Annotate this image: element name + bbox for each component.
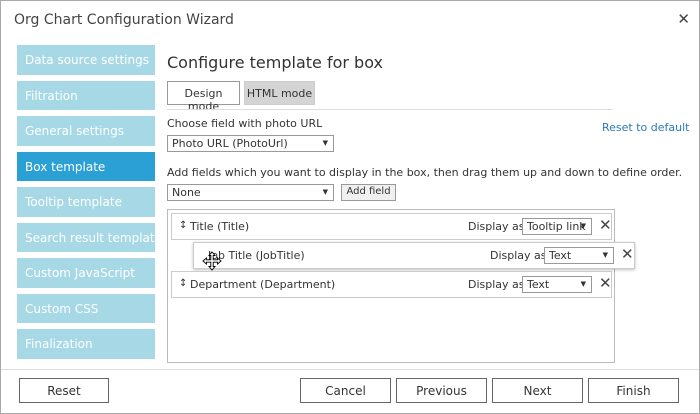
remove-icon[interactable]: ✕ bbox=[599, 274, 612, 292]
display-as-value: Text bbox=[527, 278, 550, 291]
field-row-department[interactable]: ↕ Department (Department) Display as: Te… bbox=[171, 271, 612, 298]
chevron-down-icon: ▼ bbox=[580, 280, 586, 288]
field-name: Title (Title) bbox=[190, 220, 250, 233]
sidebar-item-search-result-template[interactable]: Search result template bbox=[17, 222, 162, 252]
html-mode-tab[interactable]: HTML mode bbox=[244, 81, 315, 105]
wizard-dialog: Org Chart Configuration Wizard ✕ Data so… bbox=[0, 0, 700, 414]
design-mode-tab[interactable]: Design mode bbox=[167, 81, 240, 113]
field-name: Department (Department) bbox=[190, 278, 336, 291]
field-row-job-title[interactable]: Job Title (JobTitle) Display as: Text ▼ … bbox=[193, 242, 635, 269]
sidebar-item-tooltip-template[interactable]: Tooltip template bbox=[17, 187, 155, 217]
photo-url-select[interactable]: Photo URL (PhotoUrl) ▼ bbox=[167, 135, 334, 152]
chevron-down-icon: ▼ bbox=[602, 251, 608, 259]
display-as-value: Tooltip link bbox=[527, 220, 586, 233]
display-as-select[interactable]: Text ▼ bbox=[522, 276, 592, 293]
reset-to-default-link[interactable]: Reset to default bbox=[602, 121, 689, 134]
field-row-title[interactable]: ↕ Title (Title) Display as: Tooltip link… bbox=[171, 213, 612, 240]
sidebar-item-custom-css[interactable]: Custom CSS bbox=[17, 293, 155, 323]
finish-button[interactable]: Finish bbox=[588, 378, 679, 403]
display-as-value: Text bbox=[549, 249, 572, 262]
add-fields-label: Add fields which you want to display in … bbox=[167, 166, 683, 179]
photo-field-label: Choose field with photo URL bbox=[167, 117, 323, 130]
display-as-select[interactable]: Text ▼ bbox=[544, 247, 614, 264]
field-name: Job Title (JobTitle) bbox=[208, 249, 305, 262]
dialog-title: Org Chart Configuration Wizard bbox=[14, 12, 234, 28]
reset-button[interactable]: Reset bbox=[19, 378, 109, 403]
wizard-sidebar: Data source settings Filtration General … bbox=[17, 45, 162, 365]
add-field-select[interactable]: None ▼ bbox=[167, 184, 334, 201]
chevron-down-icon: ▼ bbox=[322, 139, 328, 147]
add-field-select-value: None bbox=[172, 186, 201, 199]
remove-icon[interactable]: ✕ bbox=[621, 245, 634, 263]
fields-list: ↕ Title (Title) Display as: Tooltip link… bbox=[167, 209, 635, 363]
drag-handle-icon[interactable]: ↕ bbox=[179, 278, 187, 289]
display-as-label: Display as: bbox=[468, 220, 529, 233]
display-as-label: Display as: bbox=[468, 278, 529, 291]
chevron-down-icon: ▼ bbox=[322, 188, 328, 196]
title-bar: Org Chart Configuration Wizard ✕ bbox=[1, 1, 699, 41]
close-icon[interactable]: ✕ bbox=[677, 11, 690, 27]
cancel-button[interactable]: Cancel bbox=[300, 378, 391, 403]
previous-button[interactable]: Previous bbox=[396, 378, 487, 403]
display-as-select[interactable]: Tooltip link ▼ bbox=[522, 218, 592, 235]
remove-icon[interactable]: ✕ bbox=[599, 216, 612, 234]
chevron-down-icon: ▼ bbox=[580, 222, 586, 230]
next-button[interactable]: Next bbox=[492, 378, 583, 403]
footer-separator bbox=[1, 369, 699, 370]
sidebar-item-finalization[interactable]: Finalization bbox=[17, 329, 155, 359]
main-panel: Configure template for box Design mode H… bbox=[167, 45, 689, 365]
sidebar-item-data-source-settings[interactable]: Data source settings bbox=[17, 45, 155, 75]
sidebar-item-filtration[interactable]: Filtration bbox=[17, 80, 155, 110]
add-field-button[interactable]: Add field bbox=[341, 184, 396, 201]
page-title: Configure template for box bbox=[167, 53, 383, 72]
display-as-label: Display as: bbox=[490, 249, 551, 262]
mode-separator bbox=[167, 109, 613, 110]
move-cursor-icon bbox=[202, 251, 222, 271]
sidebar-item-box-template[interactable]: Box template bbox=[17, 151, 155, 181]
drag-handle-icon[interactable]: ↕ bbox=[179, 220, 187, 231]
sidebar-item-custom-javascript[interactable]: Custom JavaScript bbox=[17, 258, 155, 288]
photo-url-select-value: Photo URL (PhotoUrl) bbox=[172, 137, 288, 150]
sidebar-item-general-settings[interactable]: General settings bbox=[17, 116, 155, 146]
